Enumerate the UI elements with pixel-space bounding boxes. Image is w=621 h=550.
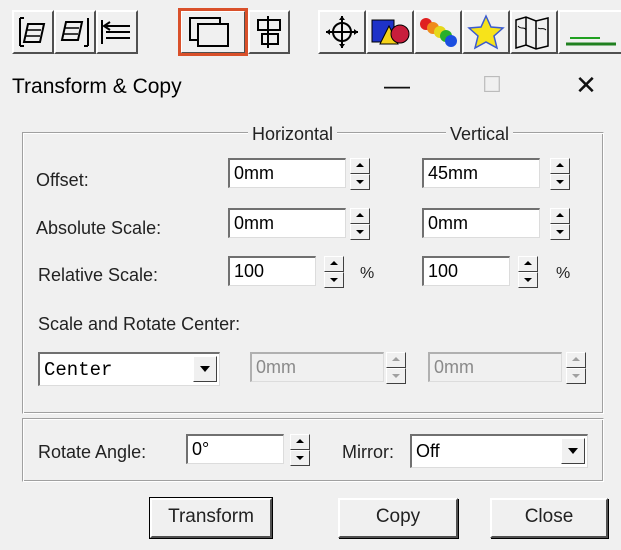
absolute-scale-vertical-spinner[interactable] bbox=[550, 208, 570, 240]
offset-vertical-spinner[interactable] bbox=[550, 158, 570, 190]
vertical-header: Vertical bbox=[446, 124, 514, 145]
absolute-scale-horizontal-input[interactable]: 0mm bbox=[228, 208, 346, 238]
star-icon bbox=[467, 14, 505, 50]
minimize-button[interactable]: — bbox=[382, 70, 412, 101]
map-button[interactable] bbox=[510, 10, 558, 54]
center-select[interactable]: Center bbox=[38, 352, 220, 386]
transform-copy-dialog: Horizontal Vertical Offset: 0mm 45mm Abs… bbox=[10, 112, 618, 550]
relative-scale-vertical-spinner[interactable] bbox=[518, 256, 538, 288]
relative-scale-horizontal-input[interactable]: 100 bbox=[228, 256, 316, 286]
mirror-label: Mirror: bbox=[342, 442, 394, 462]
center-vertical-spinner[interactable] bbox=[566, 352, 586, 384]
shapes-button[interactable] bbox=[366, 10, 414, 54]
relative-scale-horizontal-unit: % bbox=[360, 265, 375, 282]
center-vertical-input[interactable]: 0mm bbox=[428, 352, 562, 382]
chevron-down-icon[interactable] bbox=[193, 356, 217, 382]
close-window-button[interactable]: ✕ bbox=[571, 70, 601, 101]
offset-horizontal-input[interactable]: 0mm bbox=[228, 158, 346, 188]
relative-scale-vertical-input[interactable]: 100 bbox=[422, 256, 510, 286]
chevron-down-icon[interactable] bbox=[561, 438, 585, 464]
move-button[interactable] bbox=[318, 10, 366, 54]
copy-button[interactable]: Copy bbox=[338, 498, 458, 538]
align-left-icon bbox=[19, 17, 46, 47]
flip-horizontal-icon bbox=[101, 20, 130, 44]
rotate-angle-label: Rotate Angle: bbox=[38, 442, 147, 462]
relative-scale-horizontal-spinner[interactable] bbox=[324, 256, 344, 288]
rotate-angle-spinner[interactable] bbox=[290, 434, 310, 466]
offset-label: Offset: bbox=[36, 170, 89, 190]
move-crosshair-icon bbox=[326, 16, 358, 48]
center-horizontal-spinner[interactable] bbox=[386, 352, 406, 384]
transform-copy-toolbar-button[interactable] bbox=[178, 8, 248, 56]
align-center-icon bbox=[257, 16, 281, 48]
rotate-angle-input[interactable]: 0° bbox=[186, 434, 284, 464]
relative-scale-label: Relative Scale: bbox=[38, 265, 159, 285]
absolute-scale-horizontal-spinner[interactable] bbox=[350, 208, 370, 240]
center-label: Scale and Rotate Center: bbox=[38, 314, 241, 334]
align-right-button[interactable] bbox=[54, 10, 96, 54]
chart-icon bbox=[566, 37, 616, 46]
absolute-scale-vertical-input[interactable]: 0mm bbox=[422, 208, 540, 238]
toolbar bbox=[0, 0, 621, 66]
shapes-color-icon bbox=[371, 19, 410, 45]
relative-scale-vertical-unit: % bbox=[556, 265, 571, 282]
offset-horizontal-spinner[interactable] bbox=[350, 158, 370, 190]
map-icon bbox=[515, 16, 549, 50]
transform-copy-icon bbox=[189, 17, 229, 47]
center-select-value: Center bbox=[44, 359, 113, 381]
window-title: Transform & Copy bbox=[12, 75, 182, 98]
transform-button[interactable]: Transform bbox=[149, 497, 273, 539]
offset-vertical-input[interactable]: 45mm bbox=[422, 158, 540, 188]
absolute-scale-label: Absolute Scale: bbox=[36, 218, 162, 238]
flip-horizontal-button[interactable] bbox=[96, 10, 138, 54]
title-bar: Transform & Copy — ☐ ✕ bbox=[0, 66, 621, 112]
gradient-button[interactable] bbox=[414, 10, 462, 54]
align-right-icon bbox=[60, 18, 89, 47]
close-button[interactable]: Close bbox=[490, 498, 608, 538]
chart-button[interactable] bbox=[558, 10, 621, 54]
align-left-button[interactable] bbox=[12, 10, 54, 54]
center-horizontal-input[interactable]: 0mm bbox=[250, 352, 384, 382]
maximize-button[interactable]: ☐ bbox=[477, 72, 507, 98]
mirror-select[interactable]: Off bbox=[410, 434, 588, 468]
align-center-button[interactable] bbox=[248, 10, 290, 54]
rainbow-gradient-icon bbox=[420, 18, 457, 47]
star-button[interactable] bbox=[462, 10, 510, 54]
horizontal-header: Horizontal bbox=[248, 124, 338, 145]
mirror-select-value: Off bbox=[416, 441, 440, 461]
